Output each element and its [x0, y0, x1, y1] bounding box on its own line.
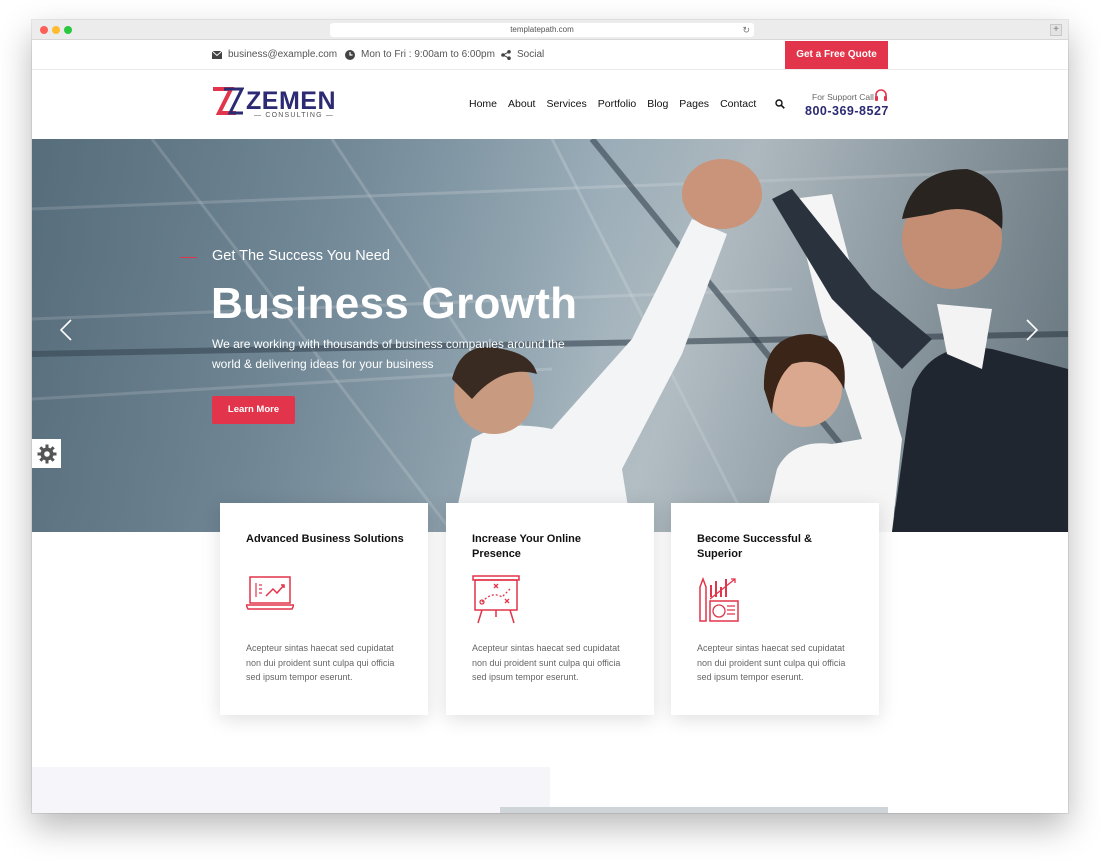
email-item[interactable]: business@example.com	[212, 49, 337, 60]
hours-item: Mon to Fri : 9:00am to 6:00pm	[345, 49, 495, 60]
lower-section-background	[32, 767, 550, 813]
hours-text: Mon to Fri : 9:00am to 6:00pm	[361, 49, 495, 60]
nav-pages[interactable]: Pages	[679, 98, 709, 110]
finance-growth-icon	[699, 576, 739, 622]
main-nav: Home About Services Portfolio Blog Pages…	[469, 98, 756, 110]
slider-prev-arrow-icon[interactable]	[60, 319, 72, 341]
address-bar[interactable]: templatepath.com ↻	[330, 23, 754, 37]
browser-window: templatepath.com ↻ + business@example.co…	[32, 20, 1068, 813]
logo-mark-icon[interactable]	[212, 87, 244, 115]
close-window-button[interactable]	[40, 26, 48, 34]
maximize-window-button[interactable]	[64, 26, 72, 34]
feature-text: Acepteur sintas haecat sed cupidatat non…	[697, 643, 846, 682]
site-header: ZEMEN — CONSULTING — Home About Services…	[32, 70, 1068, 139]
logo-subtitle: — CONSULTING —	[254, 112, 335, 119]
tagline-accent-line	[180, 257, 197, 258]
share-icon	[501, 49, 511, 60]
address-bar-url: templatepath.com	[510, 25, 574, 34]
social-item[interactable]: Social	[501, 49, 544, 60]
search-icon[interactable]	[775, 99, 785, 109]
nav-contact[interactable]: Contact	[720, 98, 756, 110]
social-text: Social	[517, 49, 545, 60]
nav-services[interactable]: Services	[546, 98, 586, 110]
feature-title: Advanced Business Solutions	[246, 533, 404, 545]
feature-card: Advanced Business Solutions Acepteur sin…	[220, 503, 428, 715]
feature-title: Become Successful & Superior	[697, 533, 812, 560]
browser-toolbar: templatepath.com ↻ +	[32, 20, 1068, 40]
headset-icon	[875, 89, 887, 101]
settings-toggle[interactable]	[32, 439, 61, 468]
minimize-window-button[interactable]	[52, 26, 60, 34]
feature-text: Acepteur sintas haecat sed cupidatat non…	[472, 643, 621, 682]
hero-description: We are working with thousands of busines…	[212, 337, 565, 371]
support-phone[interactable]: 800-369-8527	[805, 104, 889, 118]
learn-more-button[interactable]: Learn More	[212, 396, 295, 424]
strategy-board-icon	[472, 575, 520, 624]
feature-card: Become Successful & Superior Acepteur si…	[671, 503, 879, 715]
free-quote-button[interactable]: Get a Free Quote	[785, 41, 888, 69]
envelope-icon	[212, 50, 222, 59]
feature-card: Increase Your Online Presence Acepteur s…	[446, 503, 654, 715]
email-text: business@example.com	[228, 49, 338, 60]
lower-section-image	[500, 807, 888, 813]
hero-title: Business Growth	[211, 279, 578, 328]
slider-next-arrow-icon[interactable]	[1026, 319, 1038, 341]
hero-tagline: Get The Success You Need	[212, 248, 390, 264]
reload-icon[interactable]: ↻	[742, 23, 750, 37]
support-label: For Support Call	[812, 92, 874, 102]
clock-icon	[345, 49, 355, 60]
hero-slider: Get The Success You Need Business Growth…	[32, 139, 1068, 532]
new-tab-button[interactable]: +	[1050, 24, 1062, 36]
nav-blog[interactable]: Blog	[647, 98, 668, 110]
nav-portfolio[interactable]: Portfolio	[598, 98, 637, 110]
laptop-chart-icon	[246, 576, 294, 610]
gear-icon	[37, 444, 56, 463]
feature-title: Increase Your Online Presence	[472, 533, 582, 560]
feature-text: Acepteur sintas haecat sed cupidatat non…	[246, 643, 395, 682]
top-info-bar: business@example.com Mon to Fri : 9:00am…	[32, 40, 1068, 70]
nav-home[interactable]: Home	[469, 98, 497, 110]
nav-about[interactable]: About	[508, 98, 535, 110]
